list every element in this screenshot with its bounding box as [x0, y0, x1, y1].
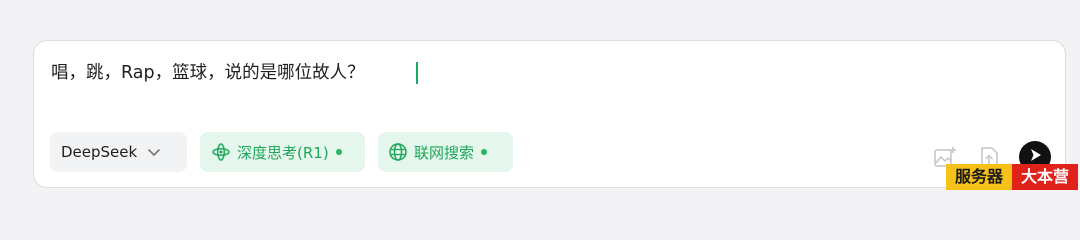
- deep-think-label: 深度思考(R1): [237, 143, 329, 162]
- deep-think-button[interactable]: 深度思考(R1): [200, 132, 365, 172]
- atom-icon: [211, 142, 231, 162]
- deep-think-active-dot: [335, 149, 342, 155]
- model-selector-label: DeepSeek: [61, 143, 138, 161]
- web-search-label: 联网搜索: [414, 143, 475, 162]
- watermark-right: 大本营: [1012, 164, 1078, 190]
- prompt-input[interactable]: 唱，跳，Rap，篮球，说的是哪位故人？: [51, 61, 365, 85]
- globe-icon: [388, 142, 408, 162]
- web-search-button[interactable]: 联网搜索: [378, 132, 513, 172]
- web-search-active-dot: [481, 149, 488, 155]
- model-selector[interactable]: DeepSeek: [50, 132, 187, 172]
- chat-input-box[interactable]: 唱，跳，Rap，篮球，说的是哪位故人？ DeepSeek 深度思考(R1) 联网…: [33, 40, 1066, 188]
- chevron-down-icon: [146, 144, 162, 160]
- watermark-left: 服务器: [946, 164, 1012, 190]
- text-caret: [416, 62, 418, 84]
- watermark: 服务器 大本营: [946, 164, 1078, 190]
